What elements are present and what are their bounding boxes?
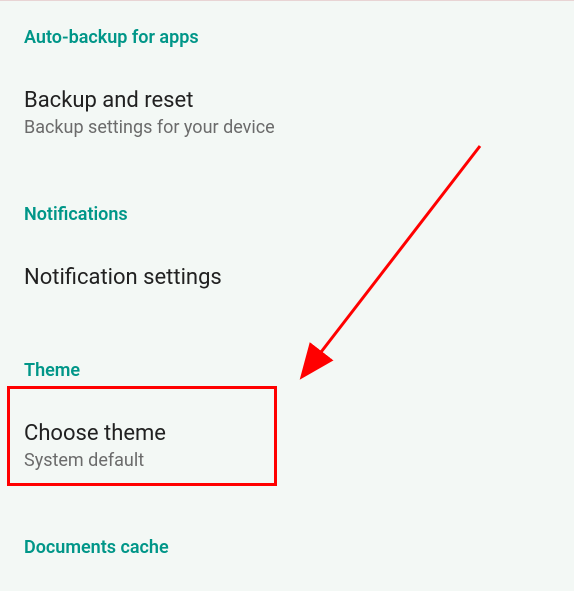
section-header-notifications: Notifications — [0, 178, 574, 233]
setting-title: Backup and reset — [24, 88, 550, 113]
setting-choose-theme[interactable]: Choose theme System default — [0, 407, 574, 485]
setting-title: Notification settings — [24, 265, 550, 290]
setting-subtitle: System default — [24, 450, 550, 471]
section-header-auto-backup: Auto-backup for apps — [0, 1, 574, 56]
setting-notification-settings[interactable]: Notification settings — [0, 251, 574, 308]
setting-title: Choose theme — [24, 421, 550, 446]
section-header-theme: Theme — [0, 334, 574, 389]
section-header-documents-cache: Documents cache — [0, 511, 574, 566]
setting-subtitle: Backup settings for your device — [24, 117, 550, 138]
setting-backup-reset[interactable]: Backup and reset Backup settings for you… — [0, 74, 574, 152]
